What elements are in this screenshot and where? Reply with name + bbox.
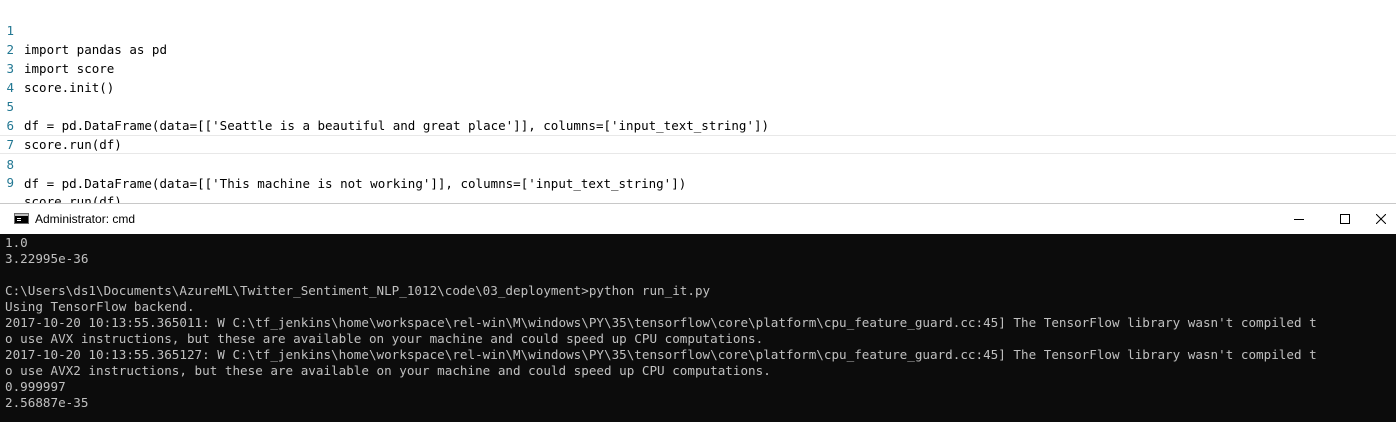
maximize-button[interactable] <box>1322 204 1368 234</box>
code-line[interactable]: 5 df = pd.DataFrame(data=[['Seattle is a… <box>0 78 1396 133</box>
console-app-icon[interactable] <box>14 213 29 224</box>
console-line: C:\Users\ds1\Documents\AzureML\Twitter_S… <box>5 283 711 298</box>
code-line[interactable]: 9 score.run(df) <box>0 154 1396 209</box>
console-line: 2017-10-20 10:13:55.365127: W C:\tf_jenk… <box>5 347 1317 362</box>
console-line: 1.0 <box>5 235 28 250</box>
window-title: Administrator: cmd <box>35 212 136 226</box>
console-line: 3.22995e-36 <box>5 251 89 266</box>
console-output[interactable]: 1.0 3.22995e-36 C:\Users\ds1\Documents\A… <box>0 234 1396 422</box>
code-line[interactable]: 6 score.run(df) <box>0 97 1396 152</box>
code-line[interactable]: 4 <box>0 59 1396 95</box>
code-line[interactable]: 3 score.init() <box>0 40 1396 95</box>
console-line: o use AVX2 instructions, but these are a… <box>5 363 771 378</box>
console-line: 0.999997 <box>5 379 66 394</box>
cmd-window[interactable]: Administrator: cmd 1.0 3.22995e-36 C:\Us… <box>0 203 1396 422</box>
code-line[interactable]: 1 import pandas as pd <box>0 2 1396 57</box>
console-line: 2.56887e-35 <box>5 395 89 410</box>
window-titlebar[interactable]: Administrator: cmd <box>0 204 1396 234</box>
minimize-icon <box>1294 219 1304 220</box>
maximize-icon <box>1340 214 1350 224</box>
code-line-current[interactable]: 8 df = pd.DataFrame(data=[['This machine… <box>0 135 1396 191</box>
code-line[interactable]: 2 import score <box>0 21 1396 76</box>
console-line: o use AVX instructions, but these are av… <box>5 331 764 346</box>
close-button[interactable] <box>1368 204 1396 234</box>
line-number: 9 <box>6 175 14 190</box>
code-line[interactable]: 7 <box>0 116 1396 152</box>
console-line: 2017-10-20 10:13:55.365011: W C:\tf_jenk… <box>5 315 1317 330</box>
minimize-button[interactable] <box>1276 204 1322 234</box>
console-line: Using TensorFlow backend. <box>5 299 195 314</box>
close-icon <box>1376 214 1386 224</box>
code-editor[interactable]: 1 import pandas as pd 2 import score 3 s… <box>0 0 1396 209</box>
code-text[interactable]: df = pd.DataFrame(data=[['This machine i… <box>24 174 686 193</box>
